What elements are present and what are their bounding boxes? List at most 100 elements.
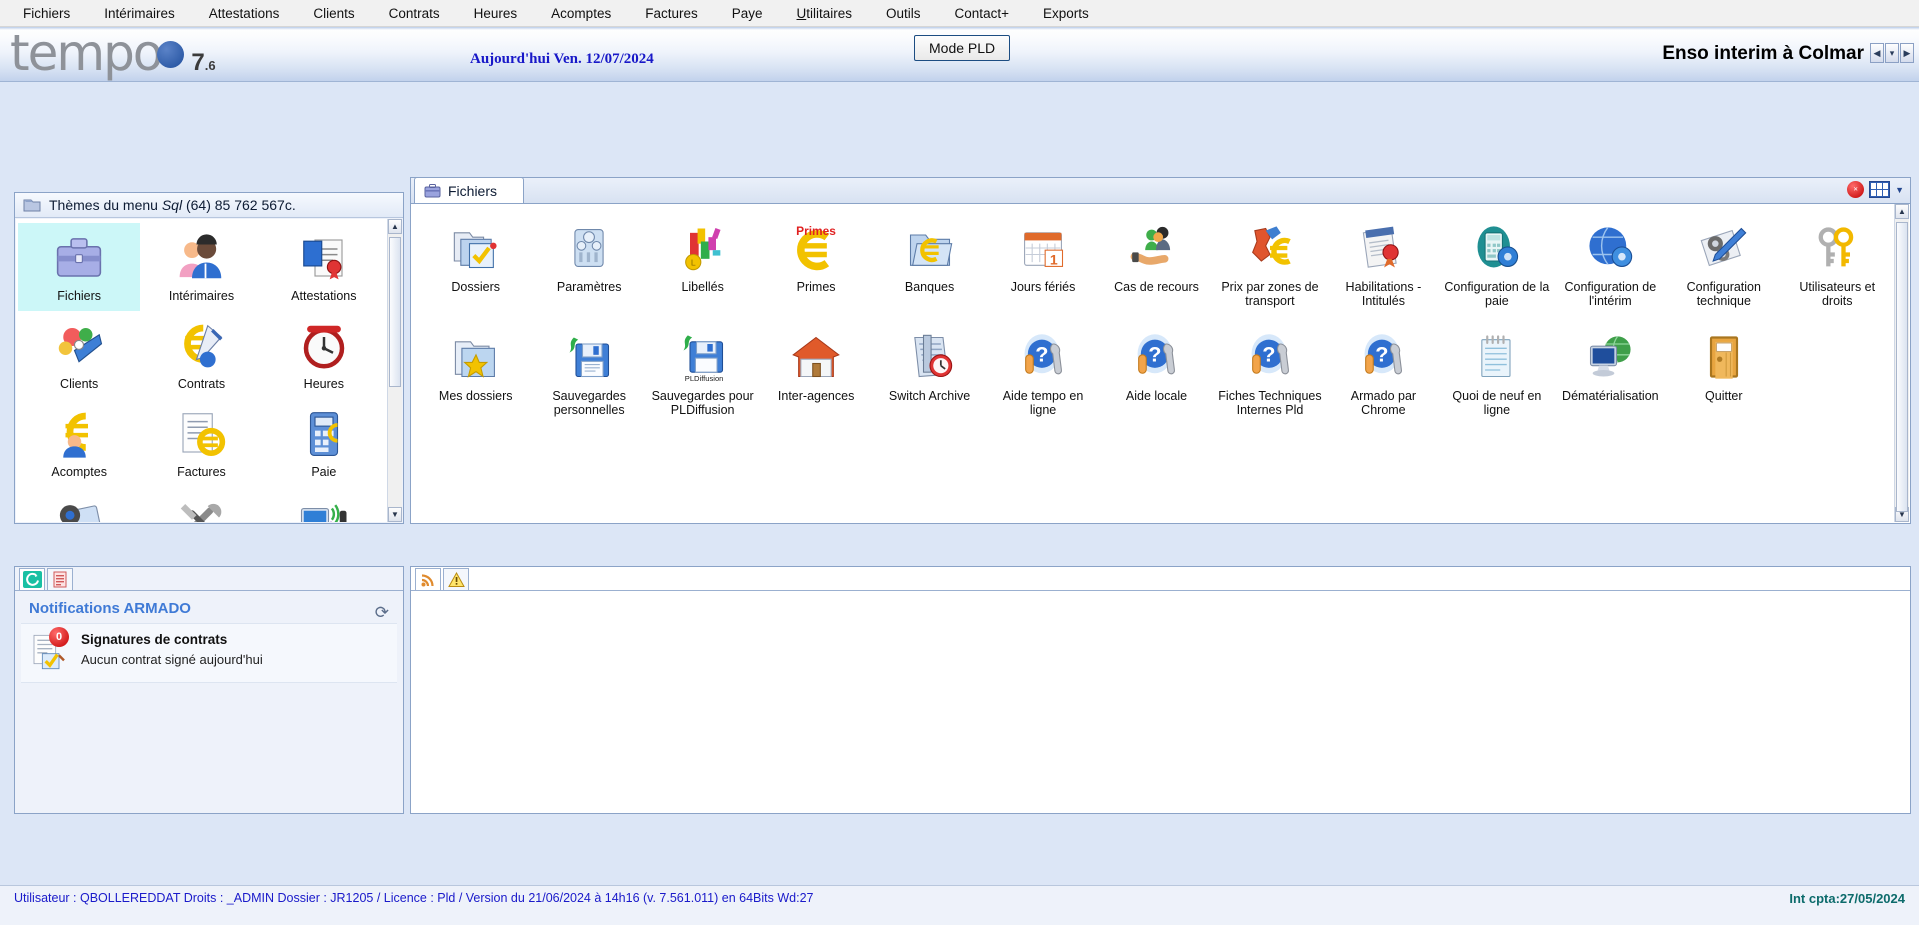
- document-red-icon: [53, 571, 67, 588]
- file-item-libell-s[interactable]: L Libellés: [646, 212, 759, 317]
- menu-item-utilitaires[interactable]: Utilitaires: [780, 2, 870, 25]
- themes-scrollbar[interactable]: ▲ ▼: [387, 219, 402, 522]
- theme-item-fichiers[interactable]: Fichiers: [18, 223, 141, 311]
- theme-item-factures[interactable]: Factures: [140, 399, 262, 487]
- tab-armado[interactable]: [19, 568, 45, 590]
- menu-item-heures[interactable]: Heures: [457, 2, 535, 25]
- file-item-label: Dossiers: [451, 280, 501, 294]
- themes-scroll-down-arrow[interactable]: ▼: [388, 507, 402, 522]
- theme-item-untitled-9[interactable]: [18, 487, 140, 522]
- file-item-d-mat-rialisation[interactable]: Dématérialisation: [1554, 321, 1667, 426]
- svg-text:PLDiffusion: PLDiffusion: [684, 374, 723, 383]
- file-item-label: Fiches Techniques Internes Pld: [1218, 388, 1322, 418]
- mode-pld-button[interactable]: Mode PLD: [914, 35, 1011, 61]
- file-item-label: Prix par zones de transport: [1221, 280, 1319, 309]
- file-item-mes-dossiers[interactable]: Mes dossiers: [419, 321, 532, 426]
- file-item-banques[interactable]: Banques: [873, 212, 986, 317]
- file-item-prix-par-zones-de-transport[interactable]: Prix par zones de transport: [1213, 212, 1326, 317]
- file-item-sauvegardes-pour-pldiffusion[interactable]: PLDiffusion Sauvegardes pour PLDiffusion: [646, 321, 759, 426]
- file-item-utilisateurs-et-droits[interactable]: Utilisateurs et droits: [1781, 212, 1894, 317]
- file-item-fiches-techniques-internes-pld[interactable]: ? Fiches Techniques Internes Pld: [1213, 321, 1326, 426]
- tools-icon: [174, 493, 228, 522]
- file-item-switch-archive[interactable]: Switch Archive: [873, 321, 986, 426]
- theme-item-attestations[interactable]: Attestations: [263, 223, 385, 311]
- gears-icon: [52, 493, 106, 522]
- folder-check-icon: [450, 218, 502, 278]
- file-item-param-tres[interactable]: Paramètres: [532, 212, 645, 317]
- tab-rss[interactable]: [415, 568, 441, 590]
- file-item-jours-f-ri-s[interactable]: 1 Jours fériés: [986, 212, 1099, 317]
- grid-view-icon[interactable]: [1869, 181, 1891, 198]
- file-item-armado-par-chrome[interactable]: ? Armado par Chrome: [1327, 321, 1440, 426]
- files-scroll-thumb[interactable]: [1896, 222, 1908, 512]
- files-scroll-up-arrow[interactable]: ▲: [1895, 204, 1909, 219]
- theme-item-untitled-10[interactable]: [140, 487, 262, 522]
- menu-item-attestations[interactable]: Attestations: [192, 2, 297, 25]
- refresh-icon[interactable]: ⟳: [375, 603, 389, 623]
- notification-item[interactable]: 0 Signatures de contrats Aucun contrat sig…: [21, 623, 397, 683]
- files-scrollbar[interactable]: ▲ ▼: [1894, 204, 1909, 522]
- menu-item-clients[interactable]: Clients: [296, 2, 371, 25]
- file-item-label: Configuration de la paie: [1444, 280, 1550, 309]
- file-item-label: Sauvegardes personnelles: [552, 388, 627, 418]
- agency-prev-button[interactable]: ◀: [1870, 43, 1884, 63]
- menu-item-factures[interactable]: Factures: [628, 2, 715, 25]
- file-item-label: Paramètres: [556, 280, 622, 294]
- file-item-quoi-de-neuf-en-ligne[interactable]: Quoi de neuf en ligne: [1440, 321, 1553, 426]
- tab-documents[interactable]: [47, 568, 73, 590]
- agency-next-button[interactable]: ▶: [1900, 43, 1914, 63]
- file-item-quitter[interactable]: Quitter: [1667, 321, 1780, 426]
- menu-item-outils[interactable]: Outils: [869, 2, 938, 25]
- chevron-down-icon[interactable]: ▼: [1895, 185, 1904, 195]
- files-grid: Dossiers Paramètres L Libellés Primes Primes B…: [419, 212, 1894, 426]
- app-logo: tempo 7 .6: [10, 28, 216, 78]
- menu-item-exports[interactable]: Exports: [1026, 2, 1106, 25]
- file-item-inter-agences[interactable]: Inter-agences: [759, 321, 872, 426]
- menu-item-int-rimaires[interactable]: Intérimaires: [87, 2, 192, 25]
- themes-scroll-up-arrow[interactable]: ▲: [388, 219, 402, 234]
- menu-item-paye[interactable]: Paye: [715, 2, 780, 25]
- menu-item-fichiers[interactable]: Fichiers: [6, 2, 87, 25]
- file-item-primes[interactable]: Primes Primes: [759, 212, 872, 317]
- company-name-label: Enso interim à Colmar: [1662, 43, 1864, 64]
- file-item-sauvegardes-personnelles[interactable]: Sauvegardes personnelles: [532, 321, 645, 426]
- floppy-save-icon: [563, 327, 615, 387]
- theme-item-label: Paie: [311, 465, 337, 479]
- workspace: Thèmes du menu Sql (64) 85 762 567c. Fic…: [0, 82, 1919, 910]
- theme-item-contrats[interactable]: Contrats: [140, 311, 262, 399]
- svg-text:1: 1: [1050, 251, 1058, 267]
- theme-item-acomptes[interactable]: Acomptes: [18, 399, 140, 487]
- notifications-title: Notifications ARMADO: [29, 600, 191, 617]
- file-item-label: Armado par Chrome: [1350, 388, 1417, 418]
- themes-scroll-thumb[interactable]: [389, 237, 401, 387]
- tab-alerts[interactable]: [443, 568, 469, 590]
- theme-item-clients[interactable]: Clients: [18, 311, 140, 399]
- file-item-configuration-de-la-paie[interactable]: Configuration de la paie: [1440, 212, 1553, 317]
- theme-item-paie[interactable]: Paie: [263, 399, 385, 487]
- menu-item-contact-[interactable]: Contact+: [938, 2, 1026, 25]
- file-item-aide-locale[interactable]: ? Aide locale: [1100, 321, 1213, 426]
- file-item-label: Aide tempo en ligne: [1002, 388, 1084, 418]
- menu-item-contrats[interactable]: Contrats: [372, 2, 457, 25]
- menu-item-acomptes[interactable]: Acomptes: [534, 2, 628, 25]
- theme-item-int-rimaires[interactable]: Intérimaires: [140, 223, 262, 311]
- theme-item-untitled-11[interactable]: [263, 487, 385, 522]
- primes-euro-icon: Primes: [790, 218, 842, 278]
- colored-blocks-icon: L: [677, 218, 729, 278]
- files-tab-tools: ✕ ▼: [1847, 181, 1904, 198]
- file-item-configuration-de-l-int-rim[interactable]: Configuration de l'intérim: [1554, 212, 1667, 317]
- logo-version: 7: [191, 49, 205, 76]
- file-item-label: Jours fériés: [1010, 280, 1076, 294]
- file-item-aide-tempo-en-ligne[interactable]: ? Aide tempo en ligne: [986, 321, 1099, 426]
- file-item-cas-de-recours[interactable]: Cas de recours: [1100, 212, 1213, 317]
- theme-item-heures[interactable]: Heures: [263, 311, 385, 399]
- file-item-dossiers[interactable]: Dossiers: [419, 212, 532, 317]
- tab-fichiers[interactable]: Fichiers: [414, 177, 525, 203]
- euro-person-icon: [52, 405, 106, 461]
- themes-panel-header: Thèmes du menu Sql (64) 85 762 567c.: [15, 193, 403, 218]
- logo-text: tempo: [10, 27, 163, 82]
- file-item-habilitations-intitul-s[interactable]: Habilitations - Intitulés: [1327, 212, 1440, 317]
- file-item-configuration-technique[interactable]: Configuration technique: [1667, 212, 1780, 317]
- close-round-icon[interactable]: ✕: [1847, 181, 1865, 198]
- agency-dropdown-button[interactable]: ▾: [1885, 43, 1899, 63]
